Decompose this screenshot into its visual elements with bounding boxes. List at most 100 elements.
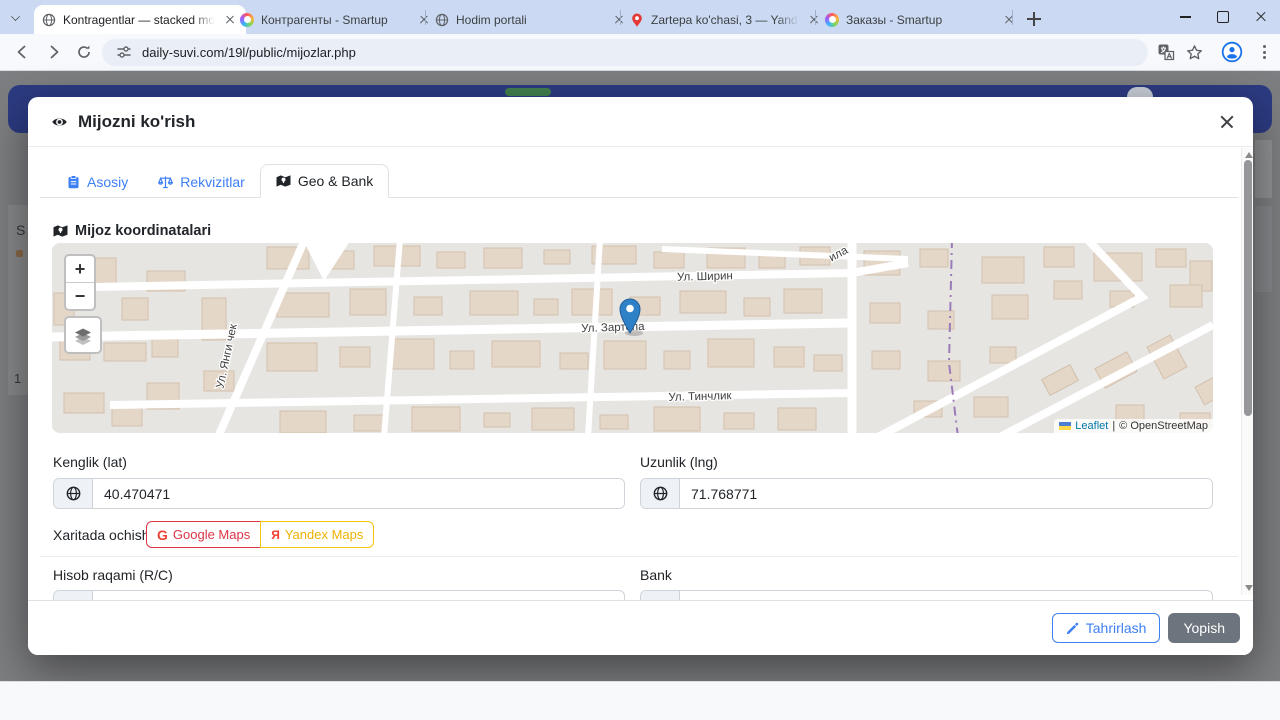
url-bar[interactable]: daily-suvi.com/19l/public/mijozlar.php: [102, 38, 1148, 66]
eye-icon: [52, 118, 67, 125]
scroll-up-arrow[interactable]: [1244, 152, 1253, 158]
section-title: Mijoz koordinatalari: [53, 223, 211, 239]
browser-tab-1[interactable]: Kontragentlar — stacked modal: [34, 5, 246, 34]
yandex-maps-button[interactable]: Я Yandex Maps: [260, 521, 375, 548]
clipboard-icon: [68, 175, 79, 189]
background-button-fragment: [505, 88, 551, 96]
map-building: [353, 414, 385, 432]
zoom-out-button[interactable]: −: [66, 282, 94, 309]
map-layers-button[interactable]: [64, 316, 102, 354]
section-title-text: Mijoz koordinatalari: [75, 223, 212, 239]
window-close-button[interactable]: [1242, 0, 1280, 34]
window-minimize-button[interactable]: [1166, 0, 1204, 34]
background-card-fragment: [1255, 206, 1272, 292]
tab-title: Контрагенты - Smartup: [261, 12, 388, 27]
map-building: [813, 354, 843, 372]
ukraine-flag-icon: [1059, 422, 1072, 430]
map-building: [773, 346, 805, 368]
modal-tabs: Asosiy Rekvizitlar Geo & Bank: [40, 163, 1238, 198]
forward-button[interactable]: [42, 40, 66, 64]
scrollbar-thumb[interactable]: [1243, 160, 1252, 416]
edit-button[interactable]: Tahrirlash: [1051, 613, 1161, 643]
osm-link[interactable]: © OpenStreetMap: [1119, 420, 1208, 432]
yandex-pin-icon: [632, 13, 642, 27]
browser-tab-2[interactable]: Контрагенты - Smartup: [232, 5, 440, 34]
account-input-group[interactable]: [53, 590, 625, 600]
map-building: [723, 412, 755, 430]
bookmark-star-icon[interactable]: [1183, 41, 1205, 63]
browser-menu-icon[interactable]: [1253, 41, 1275, 63]
smartup-icon: [825, 12, 839, 27]
lat-label: Kenglik (lat): [53, 454, 127, 470]
map-building: [783, 288, 823, 314]
window-maximize-button[interactable]: [1204, 0, 1242, 34]
background-card-fragment: [1255, 140, 1272, 198]
bank-input-group[interactable]: [640, 590, 1213, 600]
map-building: [533, 298, 559, 316]
street-label: Ул. Ширин: [677, 270, 733, 283]
map-building: [111, 407, 143, 427]
tab-close-icon[interactable]: [1001, 12, 1017, 28]
tab-separator: [1012, 10, 1013, 25]
tab-title: Hodim portali: [456, 12, 527, 27]
map-building: [436, 251, 466, 269]
translate-icon[interactable]: [1155, 41, 1177, 63]
tab-geo-bank[interactable]: Geo & Bank: [259, 164, 390, 198]
map-building: [1043, 246, 1075, 268]
map-building: [1155, 248, 1187, 268]
street-label: Ул. Тинчлик: [668, 390, 732, 404]
site-settings-icon[interactable]: [116, 44, 132, 60]
map-building: [483, 412, 511, 428]
background-text-fragment: 1: [14, 371, 22, 386]
map-building: [707, 338, 755, 368]
modal-close-icon[interactable]: [1217, 112, 1237, 132]
tab-title: Заказы - Smartup: [846, 12, 943, 27]
browser-tab-4[interactable]: Zartepa ko'chasi, 3 — Yandex X: [622, 5, 830, 34]
map-building: [927, 360, 961, 382]
tab-rekvizitlar[interactable]: Rekvizitlar: [143, 166, 260, 198]
lat-input[interactable]: [93, 479, 624, 508]
map-pin-icon: [53, 225, 68, 237]
modal-scrollbar[interactable]: [1241, 148, 1253, 595]
profile-avatar-icon[interactable]: [1221, 41, 1243, 63]
map-building: [919, 248, 949, 268]
google-maps-button[interactable]: G Google Maps: [146, 521, 262, 548]
map-building: [121, 297, 149, 321]
tab-asosiy[interactable]: Asosiy: [52, 166, 143, 198]
back-button[interactable]: [10, 40, 34, 64]
map-building: [389, 338, 435, 370]
yandex-maps-label: Yandex Maps: [284, 527, 364, 542]
modal-footer: Tahrirlash Yopish: [28, 600, 1253, 655]
globe-icon: [435, 13, 449, 26]
browser-tab-5[interactable]: Заказы - Smartup: [817, 5, 1025, 34]
scroll-down-arrow[interactable]: [1244, 585, 1253, 591]
lng-input[interactable]: [680, 479, 1212, 508]
map-building: [559, 352, 589, 370]
map-building: [279, 410, 327, 433]
map-building: [1169, 284, 1203, 308]
leaflet-link[interactable]: Leaflet: [1075, 420, 1108, 432]
map-building: [491, 340, 541, 368]
globe-icon: [42, 13, 56, 26]
input-prefix: [641, 591, 680, 600]
layers-icon: [75, 328, 91, 345]
map-building: [869, 302, 901, 324]
map-building: [571, 288, 613, 316]
leaflet-map[interactable]: Ул. Ширин Ул. Зартепа Ул. Тинчлик Ул. Ян…: [52, 243, 1213, 433]
new-tab-button[interactable]: [1022, 7, 1046, 31]
tab-search-icon[interactable]: [10, 12, 22, 20]
reload-button[interactable]: [72, 40, 96, 64]
browser-tab-3[interactable]: Hodim portali: [427, 5, 635, 34]
map-attribution: Leaflet | © OpenStreetMap: [1054, 419, 1213, 433]
tab-separator: [815, 10, 816, 25]
attribution-separator: |: [1112, 420, 1116, 432]
bank-label: Bank: [640, 567, 672, 583]
background-avatar-fragment: [1127, 87, 1153, 97]
map-building: [1053, 280, 1083, 300]
open-map-label: Xaritada ochish: [53, 527, 150, 543]
globe-icon: [641, 479, 680, 508]
map-building: [603, 340, 647, 370]
zoom-in-button[interactable]: +: [66, 256, 94, 282]
browser-tab-strip: Kontragentlar — stacked modal Контрагент…: [0, 0, 1280, 34]
close-button[interactable]: Yopish: [1168, 613, 1240, 643]
